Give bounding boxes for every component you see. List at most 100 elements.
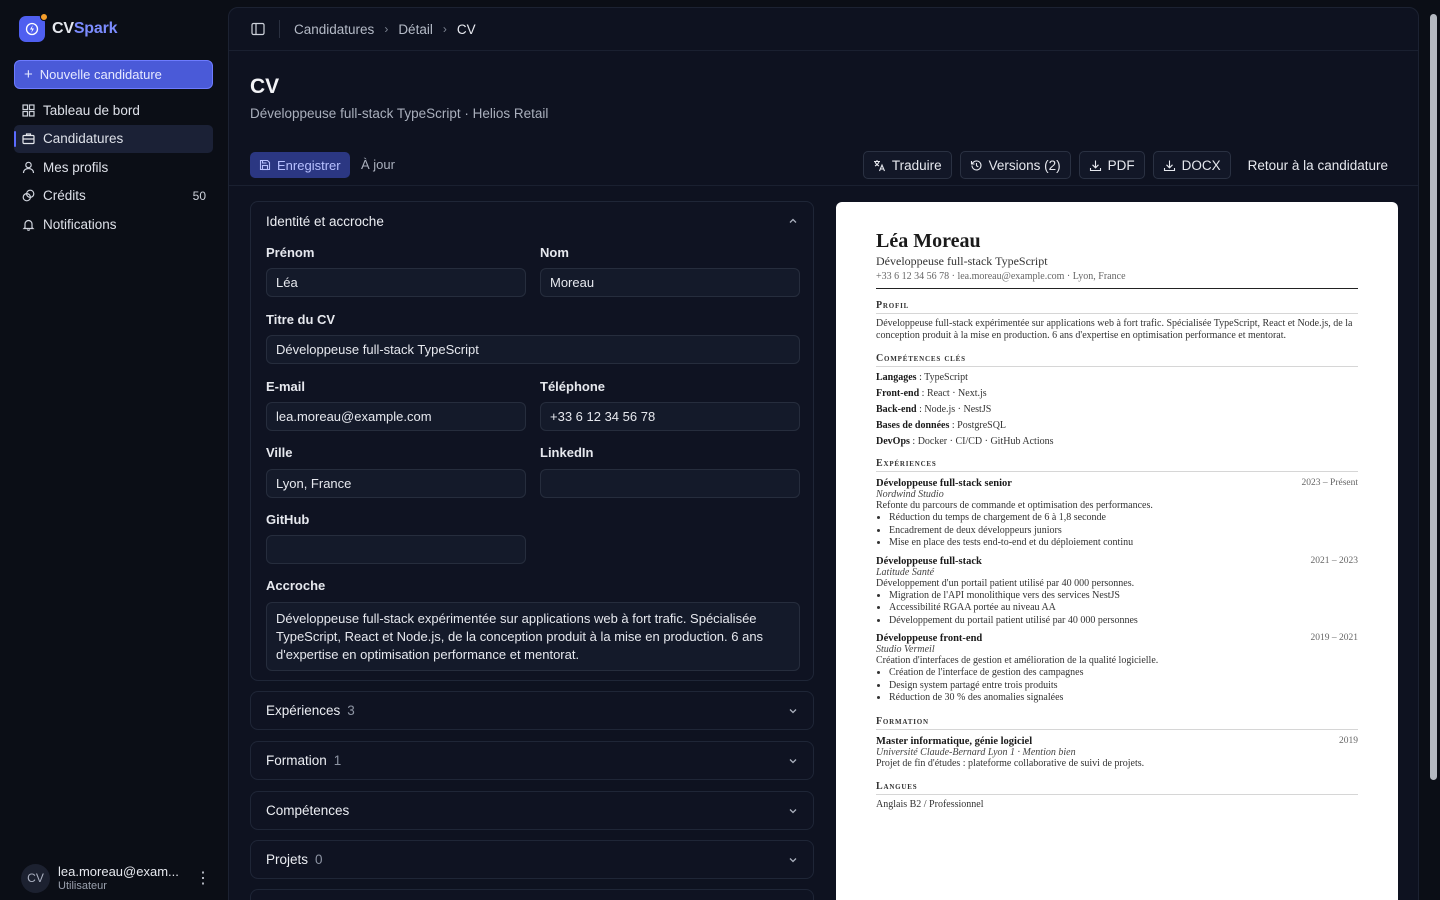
user-account[interactable]: CV lea.moreau@exam... Utilisateur ⋮: [21, 862, 211, 894]
identity-section: Identité et accroche Prénom Léa Nom More…: [250, 201, 814, 681]
cv-profile-heading: Profil: [876, 300, 1358, 314]
cv-education-heading: Formation: [876, 716, 1358, 730]
breadcrumb-detail[interactable]: Détail: [398, 22, 433, 37]
credits-count: 50: [192, 188, 206, 203]
cv-experience-item: Développeuse full-stack 2021 – 2023 Latit…: [876, 556, 1358, 628]
cv-languages-heading: Langues: [876, 781, 1358, 795]
skills-section[interactable]: Compétences: [250, 791, 814, 830]
email-label: E-mail: [266, 379, 306, 394]
user-icon: [21, 160, 35, 174]
brand-notification-dot: [40, 13, 48, 21]
chevron-down-icon: [788, 806, 798, 816]
download-icon: [1089, 159, 1102, 172]
cv-title-label: Titre du CV: [266, 312, 336, 327]
cv-skill: DevOps : Docker · CI/CD · GitHub Actions: [876, 436, 1054, 447]
chevron-down-icon: [788, 756, 798, 766]
translate-button[interactable]: Traduire: [862, 151, 952, 179]
sidebar-item-notifications[interactable]: Notifications: [14, 210, 213, 239]
cv-skill: Front-end : React · Next.js: [876, 388, 987, 399]
cv-experience-item: Développeuse front-end 2019 – 2021 Studio…: [876, 633, 1358, 705]
last-name-field[interactable]: Moreau: [540, 268, 800, 297]
page-scrollbar[interactable]: [1430, 14, 1437, 780]
hook-label: Accroche: [266, 578, 326, 593]
save-button[interactable]: Enregistrer: [250, 152, 350, 178]
cv-contact: +33 6 12 34 56 78 · lea.moreau@example.c…: [876, 271, 1358, 289]
user-role: Utilisateur: [58, 880, 107, 892]
brand-name: CVSpark: [52, 20, 118, 37]
user-email: lea.moreau@exam...: [58, 864, 179, 879]
main-panel: Candidatures › Détail › CV CV Développeu…: [228, 7, 1419, 900]
phone-field[interactable]: +33 6 12 34 56 78: [540, 402, 800, 431]
briefcase-icon: [21, 132, 35, 146]
translate-icon: [873, 159, 886, 172]
dashboard-icon: [21, 103, 35, 117]
breadcrumb-cv: CV: [456, 21, 476, 37]
history-icon: [970, 159, 983, 172]
projects-section[interactable]: Projets 0: [250, 840, 814, 879]
brand[interactable]: CVSpark: [19, 13, 118, 42]
cv-title-field[interactable]: Développeuse full-stack TypeScript: [266, 335, 800, 364]
city-field[interactable]: Lyon, France: [266, 469, 526, 498]
more-vertical-icon[interactable]: ⋮: [195, 868, 211, 888]
experiences-count: 3: [347, 703, 355, 718]
phone-label: Téléphone: [540, 379, 606, 394]
cv-title: Développeuse full-stack TypeScript: [876, 254, 1048, 268]
breadcrumb-applications[interactable]: Candidatures: [294, 22, 374, 37]
brand-logo-icon: [19, 13, 48, 42]
versions-button[interactable]: Versions (2): [959, 151, 1071, 179]
chevron-down-icon: [788, 855, 798, 865]
docx-download-button[interactable]: DOCX: [1152, 151, 1231, 179]
back-to-application-link[interactable]: Retour à la candidature: [1239, 151, 1397, 179]
cv-skill: Back-end : Node.js · NestJS: [876, 404, 992, 415]
sidebar-item-applications[interactable]: Candidatures: [14, 124, 213, 153]
coins-icon: [21, 189, 35, 203]
cv-experience-heading: Expériences: [876, 458, 1358, 472]
new-application-button[interactable]: + Nouvelle candidature: [14, 60, 213, 89]
last-name-label: Nom: [540, 245, 569, 260]
city-label: Ville: [266, 445, 293, 460]
email-field[interactable]: lea.moreau@example.com: [266, 402, 526, 431]
cv-experience-item: Développeuse full-stack senior 2023 – Pré…: [876, 478, 1358, 550]
cv-skills-heading: Compétences clés: [876, 353, 1358, 367]
bell-icon: [21, 217, 35, 231]
identity-section-header[interactable]: Identité et accroche: [251, 202, 813, 240]
sidebar-item-credits[interactable]: Crédits 50: [14, 182, 213, 211]
sidebar-item-dashboard[interactable]: Tableau de bord: [14, 96, 213, 125]
pdf-download-button[interactable]: PDF: [1078, 151, 1145, 179]
sidebar-nav: Tableau de bord Candidatures Mes profils…: [14, 96, 213, 239]
more-section[interactable]: [250, 889, 814, 900]
page-subtitle: Développeuse full-stack TypeScript · Hel…: [250, 106, 549, 121]
sidebar-toggle-icon[interactable]: [251, 22, 265, 36]
education-section[interactable]: Formation 1: [250, 741, 814, 780]
hook-textarea[interactable]: Développeuse full-stack expérimentée sur…: [266, 602, 800, 671]
cv-skill: Langages : TypeScript: [876, 372, 968, 383]
github-label: GitHub: [266, 512, 310, 527]
experiences-section[interactable]: Expériences 3: [250, 691, 814, 730]
chevron-down-icon: [788, 706, 798, 716]
chevron-right-icon: ›: [442, 22, 447, 36]
topbar: Candidatures › Détail › CV: [229, 8, 1418, 51]
linkedin-label: LinkedIn: [540, 445, 594, 460]
avatar: CV: [21, 863, 50, 893]
chevron-right-icon: ›: [384, 22, 389, 36]
github-field[interactable]: [266, 535, 526, 564]
save-status: À jour: [361, 157, 395, 172]
sidebar-item-profiles[interactable]: Mes profils: [14, 153, 213, 182]
cv-education-item: Master informatique, génie logiciel 2019 …: [876, 735, 1358, 769]
breadcrumb: Candidatures › Détail › CV: [279, 20, 476, 38]
cv-profile-text: Développeuse full-stack expérimentée sur…: [876, 318, 1353, 341]
linkedin-field[interactable]: [540, 469, 800, 498]
toolbar-actions: Traduire Versions (2) PDF DOCX Retour à …: [862, 151, 1397, 179]
chevron-up-icon: [788, 216, 798, 226]
plus-icon: +: [24, 66, 33, 83]
projects-count: 0: [315, 852, 323, 867]
cv-skill: Bases de données : PostgreSQL: [876, 420, 1007, 431]
first-name-field[interactable]: Léa: [266, 268, 526, 297]
page-title: CV: [250, 75, 280, 98]
save-icon: [259, 159, 271, 171]
download-icon: [1163, 159, 1176, 172]
first-name-label: Prénom: [266, 245, 315, 260]
cv-name: Léa Moreau: [876, 230, 981, 252]
cv-preview: Léa Moreau Développeuse full-stack TypeS…: [836, 202, 1398, 900]
cv-languages: Anglais B2 / Professionnel: [876, 798, 984, 810]
